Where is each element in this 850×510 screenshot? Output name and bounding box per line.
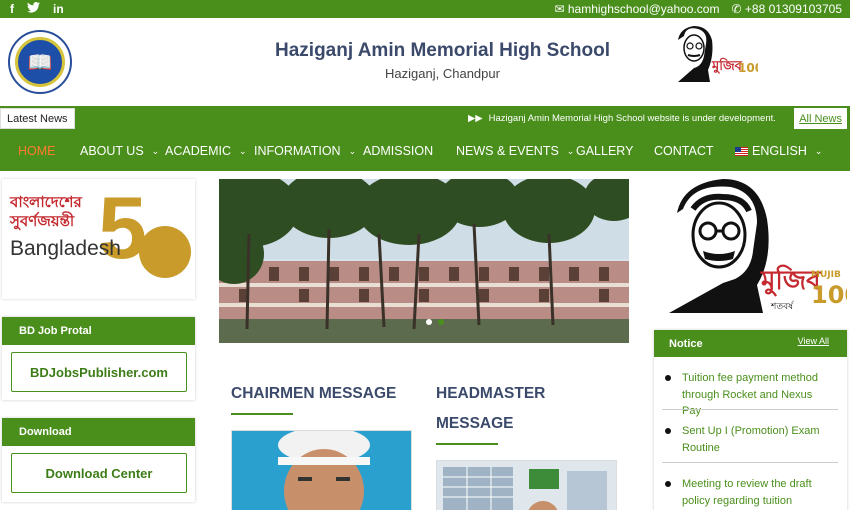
bd50-en-text: Bangladesh [10, 237, 121, 260]
chevron-down-icon: ⌄ [566, 145, 575, 156]
mujib-side-num: 100 [811, 281, 847, 309]
slider-dot[interactable] [426, 319, 432, 325]
main-nav: HOME ABOUT US ⌄ ACADEMIC ⌄ INFORMATION ⌄ AD… [0, 131, 850, 171]
email-text: hamhighschool@yahoo.com [567, 2, 720, 16]
nav-home[interactable]: HOME [18, 131, 56, 171]
job-portal-widget: BD Job Protal BDJobsPublisher.com [2, 317, 195, 400]
linkedin-icon[interactable]: in [53, 2, 64, 16]
mujib-side-sub: শতবর্ষ [770, 301, 794, 312]
nav-information-label: INFORMATION [254, 144, 341, 158]
chairmen-photo [231, 430, 412, 510]
title-underline [231, 413, 293, 415]
nav-about-label: ABOUT US [80, 144, 144, 158]
phone-icon: ✆ [731, 2, 742, 16]
nav-academic-label: ACADEMIC [165, 144, 231, 158]
ticker-text: Haziganj Amin Memorial High School websi… [488, 113, 776, 124]
mujib-side-en: MUJIB [811, 270, 841, 280]
bd50-bn-text: বাংলাদেশের সুবর্ণজয়ন্তী [10, 193, 82, 231]
notice-header: Notice View All [654, 330, 847, 357]
slider-dots [426, 319, 444, 325]
mujib-num: 100 [738, 61, 758, 75]
mujib100-logo: মুজিব 100 [672, 26, 763, 84]
download-center-button[interactable]: Download Center [11, 453, 187, 493]
site-header: 📖 Haziganj Amin Memorial High School Haz… [0, 18, 850, 106]
notice-item[interactable]: Tuition fee payment method through Rocke… [662, 370, 830, 420]
headmaster-message-title: HEADMASTER MESSAGE [436, 379, 545, 439]
social-links: f in [10, 0, 64, 18]
news-ticker: Latest News ▶▶ Haziganj Amin Memorial Hig… [0, 106, 850, 131]
notice-item-text: Tuition fee payment method through Rocke… [682, 372, 818, 417]
chairmen-message-title: CHAIRMEN MESSAGE [231, 385, 397, 402]
notice-item-text: Sent Up I (Promotion) Exam Routine [682, 425, 820, 454]
job-portal-title: BD Job Protal [2, 317, 195, 345]
chevron-down-icon: ⌄ [238, 145, 247, 156]
view-all-link[interactable]: View All [798, 336, 829, 346]
school-building-photo [219, 179, 629, 343]
title-underline [436, 443, 498, 445]
notice-divider [662, 462, 838, 463]
notice-widget: Notice View All Tuition fee payment meth… [654, 330, 847, 510]
bd50-bn-line2: সুবর্ণজয়ন্তী [10, 213, 75, 230]
notice-title: Notice [669, 337, 703, 350]
notice-item-text: Meeting to review the draft policy regar… [682, 478, 812, 507]
nav-academic[interactable]: ACADEMIC ⌄ [165, 131, 247, 171]
bangladesh-50-banner[interactable]: 5 বাংলাদেশের সুবর্ণজয়ন্তী Bangladesh [2, 179, 195, 299]
headmaster-photo [436, 460, 617, 510]
chevron-down-icon: ⌄ [814, 145, 823, 156]
envelope-icon: ✉ [554, 2, 565, 16]
nav-language[interactable]: ENGLISH ⌄ [735, 131, 822, 171]
twitter-icon[interactable] [27, 2, 40, 16]
latest-news-label: Latest News [0, 108, 75, 129]
nav-about[interactable]: ABOUT US ⌄ [80, 131, 159, 171]
nav-information[interactable]: INFORMATION ⌄ [254, 131, 356, 171]
nav-gallery[interactable]: GALLERY [576, 131, 633, 171]
contact-info: ✉ hamhighschool@yahoo.com ✆ +88 01309103… [554, 0, 842, 18]
ticker-message[interactable]: ▶▶ Haziganj Amin Memorial High School web… [468, 106, 776, 131]
bullet-icon [665, 428, 671, 434]
phone-text: +88 01309103705 [744, 2, 842, 16]
hero-slider[interactable] [219, 179, 629, 343]
notice-divider [662, 409, 838, 410]
bullet-icon [665, 375, 671, 381]
download-title: Download [2, 418, 195, 446]
nav-contact[interactable]: CONTACT [654, 131, 714, 171]
notice-item[interactable]: Meeting to review the draft policy regar… [662, 476, 830, 509]
us-flag-icon [735, 146, 748, 156]
all-news-link[interactable]: All News [794, 108, 847, 129]
bullet-icon [665, 481, 671, 487]
nav-news-label: NEWS & EVENTS [456, 144, 559, 158]
nav-language-label: ENGLISH [752, 144, 807, 158]
top-bar: f in ✉ hamhighschool@yahoo.com ✆ +88 013… [0, 0, 850, 18]
chevron-down-icon: ⌄ [151, 145, 160, 156]
chevron-down-icon: ⌄ [348, 145, 357, 156]
bd50-zero [139, 226, 191, 278]
phone-link[interactable]: ✆ +88 01309103705 [731, 2, 842, 16]
mujib100-banner[interactable]: মুজিব MUJIB 100 শতবর্ষ [653, 179, 847, 313]
headmaster-title-line2: MESSAGE [436, 415, 514, 432]
headmaster-title-line1: HEADMASTER [436, 385, 546, 402]
notice-item[interactable]: Sent Up I (Promotion) Exam Routine [662, 423, 830, 456]
slider-dot-active[interactable] [438, 319, 444, 325]
bdjobs-button[interactable]: BDJobsPublisher.com [11, 352, 187, 392]
nav-news-events[interactable]: NEWS & EVENTS ⌄ [456, 131, 574, 171]
nav-admission[interactable]: ADMISSION [363, 131, 433, 171]
bd50-bn-line1: বাংলাদেশের [10, 194, 82, 211]
email-link[interactable]: ✉ hamhighschool@yahoo.com [554, 2, 719, 16]
download-widget: Download Download Center [2, 418, 195, 502]
double-chevron-icon: ▶▶ [468, 113, 483, 124]
facebook-icon[interactable]: f [10, 2, 14, 16]
